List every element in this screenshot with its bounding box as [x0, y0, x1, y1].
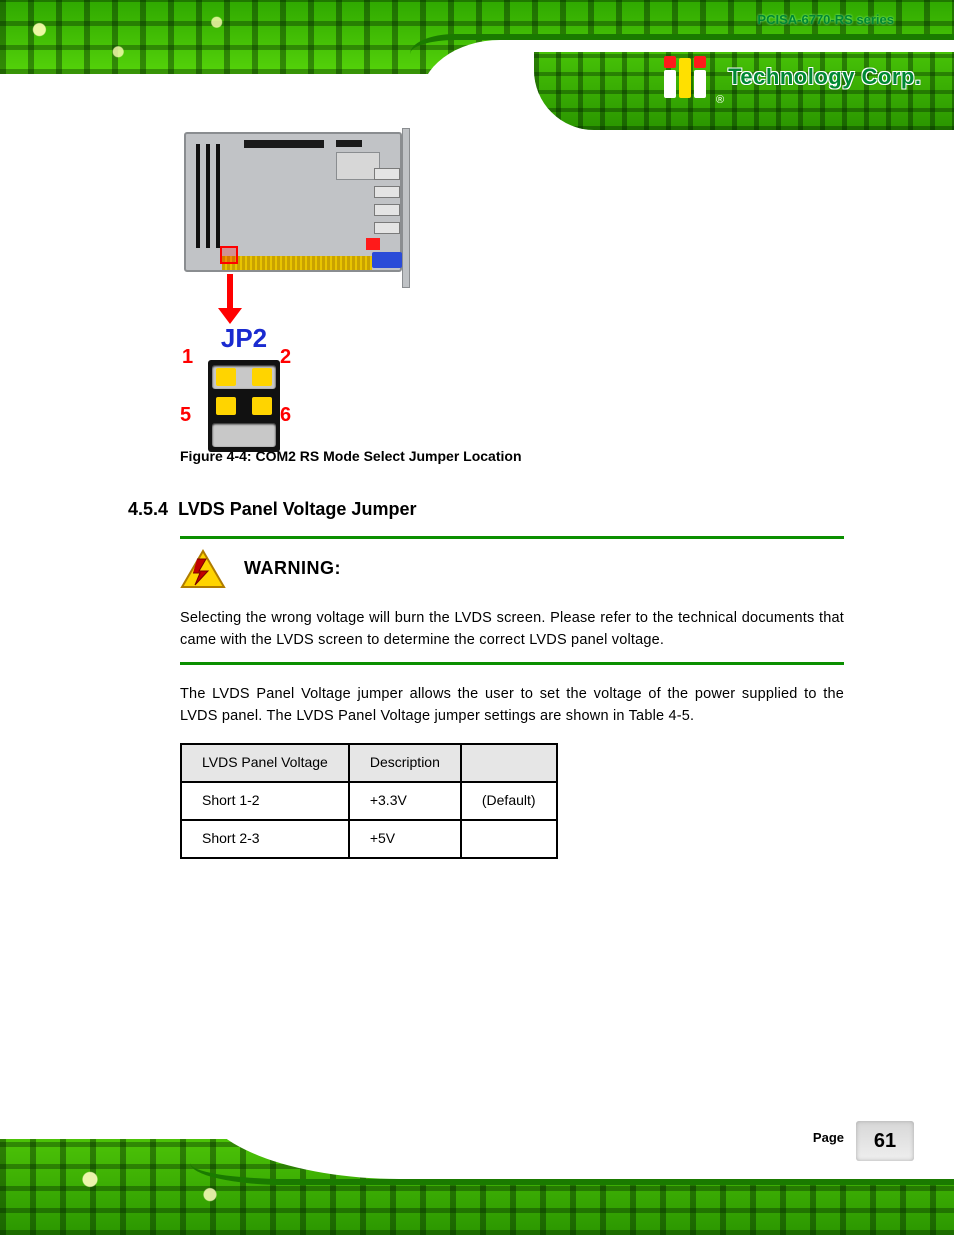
jumper-settings-table: LVDS Panel Voltage Description Short 1-2…	[180, 743, 558, 858]
board-illustration	[184, 132, 402, 272]
section-number: 4.5.4	[128, 499, 168, 519]
table-header-cell: Description	[349, 744, 461, 782]
table-header-row: LVDS Panel Voltage Description	[181, 744, 557, 782]
divider	[180, 662, 844, 665]
table-header-cell: LVDS Panel Voltage	[181, 744, 349, 782]
pin-number-6: 6	[280, 400, 291, 431]
divider	[180, 536, 844, 539]
footer-banner: Page 61	[0, 1100, 954, 1235]
header-banner: PCISA-6770-RS series ® Technology Corp.	[0, 0, 954, 125]
registered-icon: ®	[716, 94, 724, 106]
document-title: PCISA-6770-RS series	[757, 12, 894, 27]
table-header-cell	[461, 744, 557, 782]
table-row: Short 1-2 +3.3V (Default)	[181, 782, 557, 820]
warning-title: WARNING:	[244, 555, 341, 583]
warning-body: Selecting the wrong voltage will burn th…	[180, 607, 844, 652]
pin-number-2: 2	[280, 342, 291, 373]
section-title: LVDS Panel Voltage Jumper	[178, 499, 416, 519]
page-body: JP2 1 2 5 6 Figure 4-4: COM2 RS Mode Sel…	[0, 126, 954, 859]
jumper-callout: JP2	[184, 318, 304, 452]
jumper-pin-grid	[208, 360, 280, 452]
table-cell: +5V	[349, 820, 461, 858]
brand-name: Technology Corp.	[728, 64, 921, 90]
table-cell: +3.3V	[349, 782, 461, 820]
iei-mark-icon	[664, 56, 706, 98]
body-paragraph: The LVDS Panel Voltage jumper allows the…	[180, 683, 844, 728]
page-label: Page	[813, 1130, 844, 1145]
table-cell: Short 2-3	[181, 820, 349, 858]
table-cell	[461, 820, 557, 858]
jumper-highlight-icon	[220, 246, 238, 264]
brand-logo: ® Technology Corp.	[664, 48, 924, 106]
warning-callout: WARNING: Selecting the wrong voltage wil…	[180, 536, 844, 665]
table-row: Short 2-3 +5V	[181, 820, 557, 858]
pin-number-1: 1	[182, 342, 193, 373]
jumper-location-figure: JP2 1 2 5 6	[184, 132, 414, 432]
warning-icon	[180, 549, 226, 589]
pin-number-5: 5	[180, 400, 191, 431]
table-cell: (Default)	[461, 782, 557, 820]
page-number: 61	[856, 1121, 914, 1161]
section-heading: 4.5.4 LVDS Panel Voltage Jumper	[128, 496, 844, 524]
table-cell: Short 1-2	[181, 782, 349, 820]
